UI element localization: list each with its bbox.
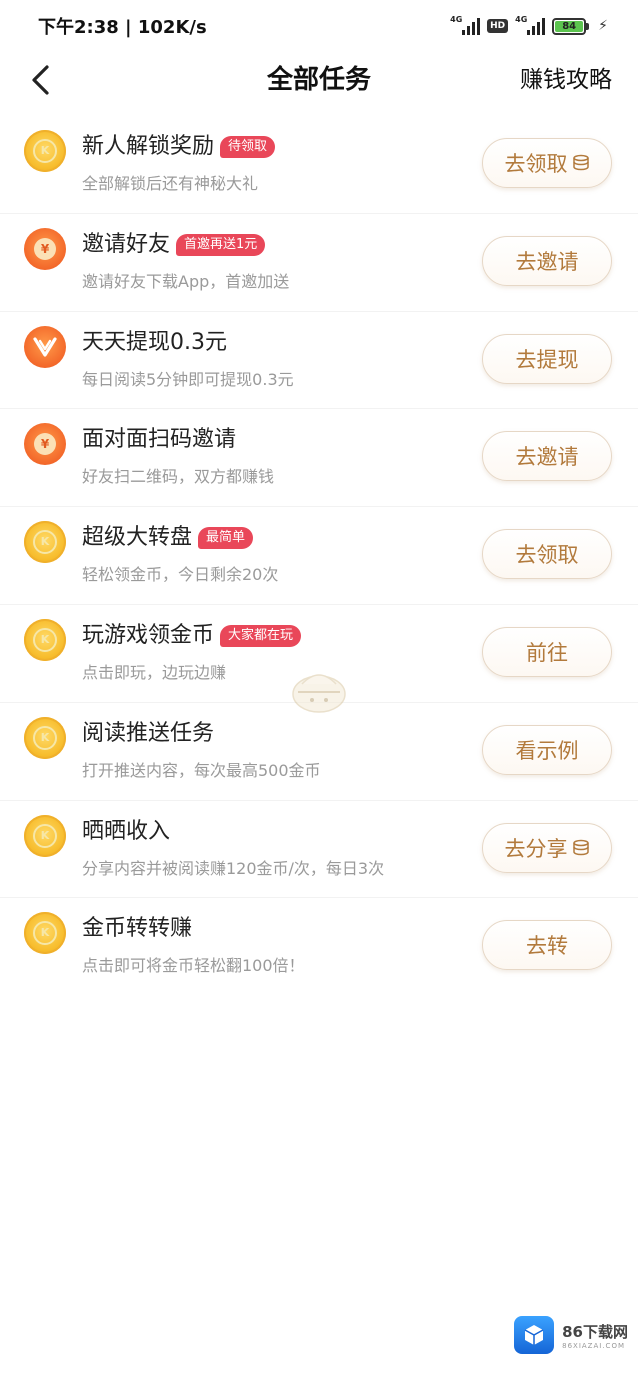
- button-label: 前往: [526, 640, 568, 665]
- task-description: 每日阅读5分钟即可提现0.3元: [82, 369, 294, 389]
- coin-icon: K: [24, 716, 66, 759]
- invite-coin-icon: ¥: [24, 423, 66, 466]
- button-label: 去邀请: [515, 445, 579, 470]
- mascot-icon: [292, 674, 346, 713]
- task-description: 打开推送内容，每次最高500金币: [82, 760, 321, 780]
- network-type-label: 4G: [450, 15, 463, 24]
- button-label: 看示例: [515, 738, 579, 763]
- task-description: 点击即可将金币轻松翻100倍！: [82, 956, 305, 976]
- box-logo-icon: [514, 1316, 555, 1354]
- button-label: 去分享: [504, 836, 568, 861]
- charging-icon: ⚡: [598, 18, 608, 34]
- task-list: K 新人解锁奖励 待领取 全部解锁后还有神秘大礼 去领取 ¥ 邀请好友 首邀再送…: [0, 116, 638, 996]
- earning-guide-link[interactable]: 赚钱攻略: [520, 64, 612, 96]
- battery-icon: 84: [552, 17, 590, 35]
- watermark-title: 86下载网: [562, 1322, 628, 1341]
- coin-icon: K: [24, 618, 66, 661]
- coin-icon: K: [24, 521, 66, 564]
- task-row: ¥ 邀请好友 首邀再送1元 邀请好友下载App，首邀加送 去邀请: [0, 214, 638, 312]
- button-label: 去邀请: [515, 249, 579, 274]
- task-badge: 大家都在玩: [220, 624, 302, 647]
- task-title: 邀请好友: [82, 231, 171, 257]
- task-title: 天天提现0.3元: [82, 329, 227, 355]
- coin-icon: K: [24, 814, 66, 857]
- task-title: 阅读推送任务: [82, 720, 215, 746]
- spin-button[interactable]: 去转: [482, 920, 612, 971]
- status-icons: 4G HD 4G 84 ⚡: [450, 15, 608, 35]
- task-row: K 晒晒收入 分享内容并被阅读赚120金币/次，每日3次 去分享: [0, 801, 638, 899]
- task-description: 邀请好友下载App，首邀加送: [82, 271, 290, 291]
- button-label: 去提现: [515, 347, 579, 372]
- task-title: 面对面扫码邀请: [82, 427, 237, 453]
- task-badge: 待领取: [220, 136, 276, 158]
- button-label: 去转: [526, 934, 568, 959]
- task-title: 新人解锁奖励: [82, 134, 215, 159]
- hd-icon: HD: [487, 19, 509, 33]
- signal-icon: 4G: [450, 15, 481, 35]
- coin-icon: K: [24, 130, 66, 172]
- task-row: K 超级大转盘 最简单 轻松领金币，今日剩余20次 去领取: [0, 507, 638, 605]
- task-row: ¥ 面对面扫码邀请 好友扫二维码，双方都赚钱 去邀请: [0, 409, 638, 508]
- view-example-button[interactable]: 看示例: [482, 724, 612, 775]
- task-title: 金币转转赚: [82, 916, 193, 942]
- task-description: 轻松领金币，今日剩余20次: [82, 565, 279, 585]
- withdraw-icon: [24, 325, 66, 368]
- button-label: 去领取: [515, 543, 579, 568]
- nav-bar: 全部任务 赚钱攻略: [0, 52, 638, 110]
- coin-stack-icon: [572, 839, 589, 855]
- claim-button[interactable]: 去领取: [482, 529, 612, 580]
- task-row: K 新人解锁奖励 待领取 全部解锁后还有神秘大礼 去领取: [0, 116, 638, 214]
- invite-button[interactable]: 去邀请: [482, 431, 612, 482]
- task-title: 超级大转盘: [82, 525, 193, 551]
- task-description: 全部解锁后还有神秘大礼: [82, 174, 259, 193]
- status-time-speed: 下午2:38 | 102K/s: [38, 17, 207, 38]
- site-watermark: 86下载网 86XIAZAI.COM: [514, 1316, 628, 1354]
- task-title: 玩游戏领金币: [82, 622, 215, 648]
- coin-stack-icon: [572, 154, 589, 171]
- network-type-label-2: 4G: [515, 15, 528, 24]
- status-bar: 下午2:38 | 102K/s 4G HD 4G 84 ⚡: [0, 0, 638, 52]
- invite-button[interactable]: 去邀请: [482, 235, 612, 286]
- coin-icon: K: [24, 912, 66, 955]
- task-description: 分享内容并被阅读赚120金币/次，每日3次: [82, 858, 385, 878]
- task-description: 点击即玩，边玩边赚: [82, 662, 227, 682]
- signal-icon-2: 4G: [515, 15, 546, 35]
- battery-level: 84: [555, 20, 584, 32]
- button-label: 去领取: [504, 152, 568, 176]
- task-title: 晒晒收入: [82, 818, 171, 844]
- task-row: K 金币转转赚 点击即可将金币轻松翻100倍！ 去转: [0, 898, 638, 996]
- invite-coin-icon: ¥: [24, 227, 66, 270]
- task-row: 天天提现0.3元 每日阅读5分钟即可提现0.3元 去提现: [0, 312, 638, 410]
- watermark-subtitle: 86XIAZAI.COM: [562, 1341, 625, 1350]
- claim-button[interactable]: 去领取: [482, 138, 612, 188]
- task-badge: 首邀再送1元: [176, 233, 266, 256]
- go-button[interactable]: 前往: [482, 626, 612, 677]
- withdraw-button[interactable]: 去提现: [482, 333, 612, 384]
- share-button[interactable]: 去分享: [482, 822, 612, 873]
- task-badge: 最简单: [198, 527, 254, 550]
- task-description: 好友扫二维码，双方都赚钱: [82, 467, 275, 487]
